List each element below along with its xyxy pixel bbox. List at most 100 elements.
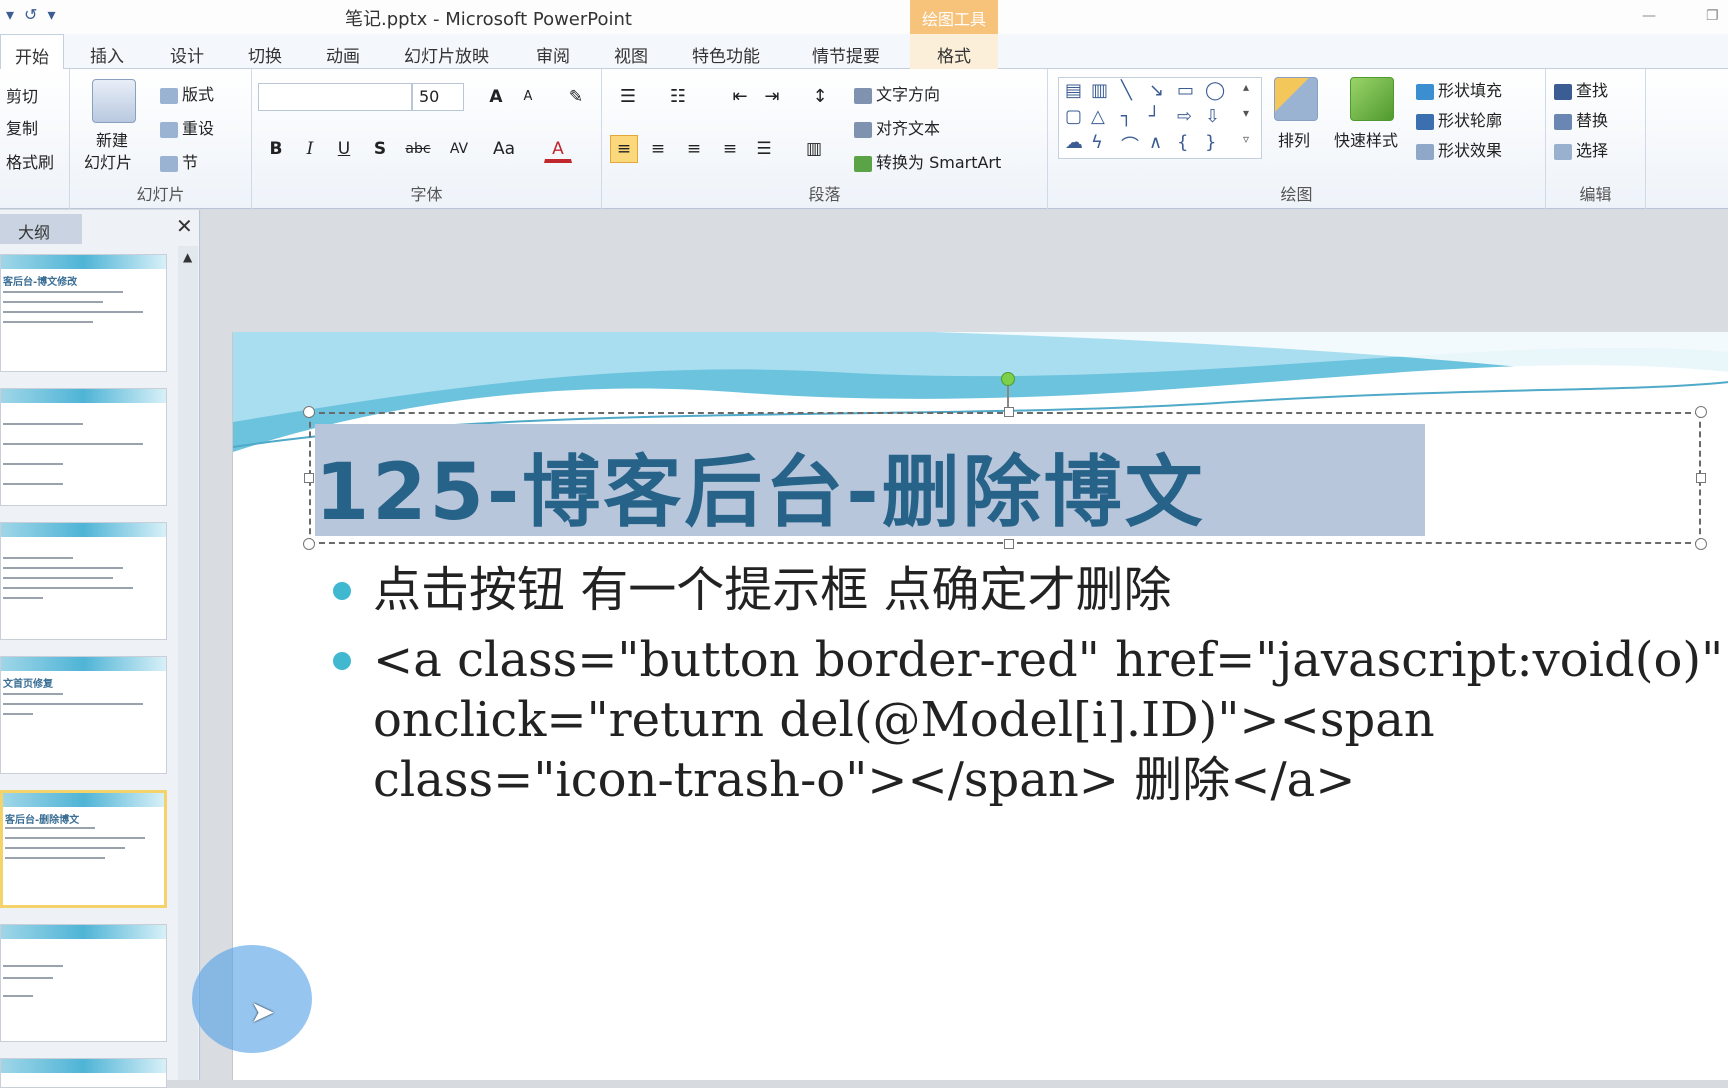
quick-styles-icon[interactable]: [1350, 77, 1394, 121]
reset-button[interactable]: 重设: [160, 115, 214, 139]
resize-handle-left[interactable]: [304, 473, 314, 483]
strikethrough-button[interactable]: abc: [400, 135, 436, 163]
panel-scrollbar[interactable]: [178, 246, 198, 1080]
grow-font-button[interactable]: A: [482, 83, 510, 111]
slide-thumbnail[interactable]: [0, 1058, 167, 1088]
rotation-handle[interactable]: [1001, 372, 1015, 386]
shrink-font-button[interactable]: A: [514, 83, 542, 111]
slide-thumbnail[interactable]: 文首页修复: [0, 656, 167, 774]
resize-handle-tl[interactable]: [303, 406, 315, 418]
tab-format[interactable]: 格式: [910, 34, 998, 69]
bullet-text-2-line3[interactable]: class="icon-trash-o"></span> 删除</a>: [373, 750, 1355, 810]
quick-styles-label[interactable]: 快速样式: [1334, 127, 1398, 151]
align-center-icon[interactable]: ≡: [644, 135, 672, 163]
restore-icon[interactable]: ❐: [1706, 8, 1719, 24]
align-left-icon[interactable]: ≡: [610, 135, 638, 163]
new-slide-label-2[interactable]: 幻灯片: [84, 149, 132, 173]
italic-button[interactable]: I: [296, 135, 324, 163]
new-slide-icon[interactable]: [92, 79, 136, 123]
scroll-up-icon[interactable]: ▲: [183, 250, 192, 264]
tab-animations[interactable]: 动画: [326, 42, 360, 67]
gallery-scroll-down-icon[interactable]: ▾: [1243, 106, 1249, 120]
tab-transitions[interactable]: 切换: [248, 42, 282, 67]
bullet-text-1[interactable]: 点击按钮 有一个提示框 点确定才删除: [373, 560, 1172, 620]
close-icon[interactable]: ✕: [176, 214, 193, 238]
resize-handle-bottom[interactable]: [1004, 539, 1014, 549]
lightning-shape-icon[interactable]: ϟ: [1091, 132, 1103, 153]
smartart-button[interactable]: 转换为 SmartArt: [854, 149, 1001, 173]
distributed-icon[interactable]: ☰: [750, 135, 778, 163]
rectangle-shape-icon[interactable]: ▭: [1177, 80, 1194, 101]
slide-thumbnail[interactable]: 客后台-博文修改: [0, 254, 167, 372]
text-direction-button[interactable]: 文字方向: [854, 81, 940, 105]
slide-thumbnail[interactable]: [0, 522, 167, 640]
numbering-icon[interactable]: ☷: [664, 83, 692, 111]
columns-icon[interactable]: ▥: [800, 135, 828, 163]
minimize-icon[interactable]: —: [1642, 8, 1656, 24]
tab-home[interactable]: 开始: [0, 34, 64, 70]
increase-indent-icon[interactable]: ⇥: [758, 83, 786, 111]
qat-menu-icon[interactable]: ▾: [6, 5, 14, 24]
align-text-button[interactable]: 对齐文本: [854, 115, 940, 139]
replace-button[interactable]: 替换: [1554, 107, 1608, 131]
shadow-button[interactable]: S: [366, 135, 394, 163]
line-shape-icon[interactable]: ╲: [1121, 80, 1132, 101]
bullet-text-2-line2[interactable]: onclick="return del(@Model[i].ID)"><span: [373, 690, 1435, 750]
resize-handle-top[interactable]: [1004, 407, 1014, 417]
tab-review[interactable]: 审阅: [536, 42, 570, 67]
tab-slideshow[interactable]: 幻灯片放映: [404, 42, 489, 67]
shape-outline-button[interactable]: 形状轮廓: [1416, 107, 1502, 131]
tab-design[interactable]: 设计: [170, 42, 204, 67]
font-name-field[interactable]: [258, 83, 412, 111]
slide-canvas[interactable]: 125-博客后台-删除博文 点击按钮 有一个提示框 点确定才删除 <a clas…: [232, 332, 1728, 1080]
arrange-icon[interactable]: [1274, 77, 1318, 121]
slide-thumbnail[interactable]: [0, 388, 167, 506]
elbow-connector-shape-icon[interactable]: ┐: [1121, 106, 1132, 127]
undo-icon[interactable]: ↺: [24, 5, 37, 24]
slide-thumbnail[interactable]: [0, 924, 167, 1042]
format-painter-button[interactable]: 格式刷: [6, 149, 54, 173]
layout-button[interactable]: 版式: [160, 81, 214, 105]
resize-handle-right[interactable]: [1696, 473, 1706, 483]
tab-view[interactable]: 视图: [614, 42, 648, 67]
resize-handle-bl[interactable]: [303, 538, 315, 550]
freeform-shape-icon[interactable]: ☁: [1065, 132, 1083, 153]
justify-icon[interactable]: ≡: [716, 135, 744, 163]
bold-button[interactable]: B: [262, 135, 290, 163]
select-button[interactable]: 选择: [1554, 137, 1608, 161]
change-case-button[interactable]: Aa: [486, 135, 522, 163]
font-size-field[interactable]: 50: [412, 83, 464, 111]
rounded-rect-shape-icon[interactable]: ▢: [1065, 106, 1082, 127]
tab-storyboard[interactable]: 情节提要: [812, 42, 880, 67]
arrow-line-shape-icon[interactable]: ↘: [1149, 80, 1164, 101]
shapes-gallery[interactable]: ▤ ▥ ╲ ↘ ▭ ◯ ▢ △ ┐ ┘ ⇨ ⇩ ☁ ϟ ⌒ ∧ { } ▴ ▾ …: [1058, 77, 1262, 159]
new-slide-label[interactable]: 新建: [96, 127, 128, 151]
oval-shape-icon[interactable]: ◯: [1205, 80, 1225, 101]
char-spacing-button[interactable]: AV: [442, 135, 476, 163]
shape-fill-button[interactable]: 形状填充: [1416, 77, 1502, 101]
tab-insert[interactable]: 插入: [90, 42, 124, 67]
arc-shape-icon[interactable]: ⌒: [1121, 132, 1139, 158]
left-brace-shape-icon[interactable]: {: [1177, 132, 1188, 153]
section-button[interactable]: 节: [160, 149, 198, 173]
decrease-indent-icon[interactable]: ⇤: [726, 83, 754, 111]
customize-icon[interactable]: ▾: [47, 5, 55, 24]
right-brace-shape-icon[interactable]: }: [1205, 132, 1216, 153]
curve-shape-icon[interactable]: ∧: [1149, 132, 1162, 153]
align-right-icon[interactable]: ≡: [680, 135, 708, 163]
down-arrow-shape-icon[interactable]: ⇩: [1205, 106, 1220, 127]
triangle-shape-icon[interactable]: △: [1091, 106, 1105, 127]
underline-button[interactable]: U: [330, 135, 358, 163]
copy-button[interactable]: 复制: [6, 115, 38, 139]
line-spacing-icon[interactable]: ↕: [806, 83, 834, 111]
gallery-more-icon[interactable]: ▿: [1243, 132, 1249, 146]
gallery-scroll-up-icon[interactable]: ▴: [1243, 80, 1249, 94]
slide-thumbnail-selected[interactable]: 客后台-删除博文: [0, 790, 167, 908]
slide-title[interactable]: 125-博客后台-删除博文: [315, 430, 1206, 542]
textbox-shape-icon[interactable]: ▤: [1065, 80, 1082, 101]
right-arrow-shape-icon[interactable]: ⇨: [1177, 106, 1192, 127]
font-color-button[interactable]: A: [544, 135, 572, 163]
resize-handle-br[interactable]: [1695, 538, 1707, 550]
outline-tab[interactable]: 大纲: [0, 214, 82, 244]
find-button[interactable]: 查找: [1554, 77, 1608, 101]
